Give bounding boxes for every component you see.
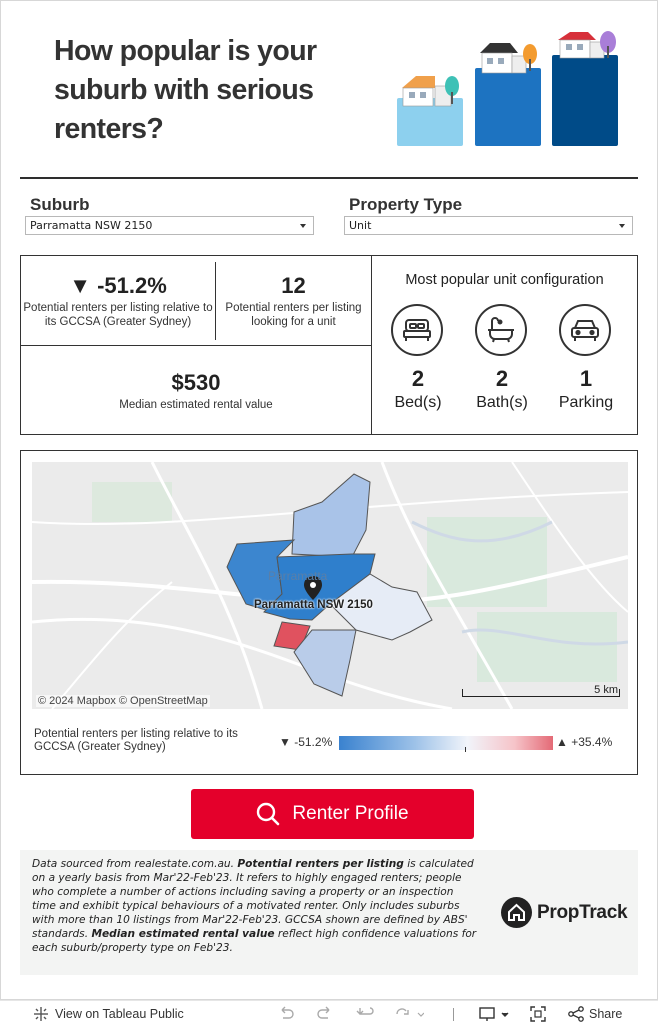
tableau-logo-icon (34, 1007, 48, 1021)
download-button[interactable] (478, 1006, 510, 1022)
refresh-button[interactable] (394, 1006, 424, 1022)
share-label: Share (589, 1007, 623, 1021)
relative-renters-desc: Potential renters per listing relative t… (23, 302, 213, 328)
config-parking: 1 Parking (559, 304, 613, 412)
toolbar-divider (453, 1008, 454, 1021)
legend-tick (465, 747, 466, 752)
property-type-label: Property Type (349, 195, 463, 214)
proptrack-logo: PropTrack (501, 897, 628, 928)
config-baths: 2 Bath(s) (475, 304, 529, 412)
header-divider (20, 177, 638, 179)
legend-color-scale (339, 736, 553, 750)
revert-icon (356, 1007, 374, 1015)
map-scale-label: 5 km (594, 684, 618, 696)
chevron-down-icon (619, 224, 625, 228)
car-icon (559, 304, 611, 356)
legend-label: Potential renters per listing relative t… (34, 728, 238, 753)
legend-min: ▼ -51.2% (279, 735, 333, 749)
view-on-tableau-link[interactable]: View on Tableau Public (33, 1006, 184, 1022)
share-button[interactable]: Share (568, 1006, 622, 1022)
footer-text-part: Data sourced from realestate.com.au. (32, 858, 238, 870)
suburb-map[interactable]: Parramatta Parramatta NSW 2150 © 2024 Ma… (32, 462, 628, 709)
baths-value: 2 (495, 366, 509, 391)
suburb-select[interactable]: Parramatta NSW 2150 (25, 216, 314, 235)
footer-text-part: Median estimated rental value (91, 928, 275, 940)
renter-profile-label: Renter Profile (292, 803, 409, 824)
share-icon (568, 1006, 584, 1022)
config-title: Most popular unit configuration (405, 272, 604, 288)
refresh-icon (396, 1008, 424, 1017)
bath-icon (475, 304, 527, 356)
redo-icon (317, 1006, 330, 1019)
fullscreen-button[interactable] (530, 1006, 546, 1022)
suburb-label: Suburb (30, 195, 90, 214)
revert-button[interactable] (356, 1006, 374, 1022)
kpi-panel: ▼ -51.2% Potential renters per listing r… (20, 255, 638, 435)
undo-button[interactable] (277, 1006, 295, 1022)
redo-button[interactable] (316, 1006, 334, 1022)
beds-label: Bed(s) (394, 394, 442, 411)
parking-value: 1 (579, 366, 593, 391)
median-rent-desc: Median estimated rental value (119, 399, 273, 411)
footer-note: Data sourced from realestate.com.au. Pot… (20, 850, 638, 975)
median-rent-value: $530 (171, 370, 221, 395)
map-attribution: © 2024 Mapbox © OpenStreetMap (36, 695, 210, 707)
page-title: How popular is your suburb with serious … (54, 35, 317, 145)
beds-value: 2 (411, 366, 425, 391)
houses-illustration (397, 31, 618, 146)
suburb-select-value: Parramatta NSW 2150 (30, 219, 153, 232)
chevron-down-icon (300, 224, 306, 228)
proptrack-logo-icon (501, 897, 532, 928)
tableau-toolbar: View on Tableau Public Share (0, 1000, 658, 1027)
property-type-select-value: Unit (349, 219, 372, 232)
renters-per-listing-value: 12 (281, 273, 306, 298)
property-type-select[interactable]: Unit (344, 216, 633, 235)
fullscreen-icon (530, 1006, 546, 1022)
map-pin-label: Parramatta NSW 2150 (254, 599, 373, 611)
view-on-tableau-label: View on Tableau Public (55, 1007, 184, 1021)
config-beds: 2 Bed(s) (391, 304, 445, 412)
search-icon (257, 802, 280, 826)
renter-profile-button[interactable]: Renter Profile (191, 789, 474, 839)
footer-text: Data sourced from realestate.com.au. Pot… (32, 857, 478, 955)
bed-icon (391, 304, 443, 356)
relative-renters-value: ▼ -51.2% (69, 273, 167, 298)
divider (21, 345, 372, 346)
undo-icon (281, 1006, 294, 1019)
baths-label: Bath(s) (476, 394, 528, 411)
parking-label: Parking (558, 394, 614, 411)
renters-per-listing-desc: Potential renters per listing looking fo… (225, 302, 362, 328)
map-canvas (32, 462, 628, 709)
proptrack-logo-text: PropTrack (537, 901, 628, 923)
download-icon (479, 1007, 509, 1021)
map-panel: Parramatta Parramatta NSW 2150 © 2024 Ma… (20, 450, 638, 775)
footer-text-part: Potential renters per listing (237, 858, 404, 870)
legend-max: ▲ +35.4% (556, 735, 613, 749)
map-watermark-label: Parramatta (268, 569, 328, 583)
